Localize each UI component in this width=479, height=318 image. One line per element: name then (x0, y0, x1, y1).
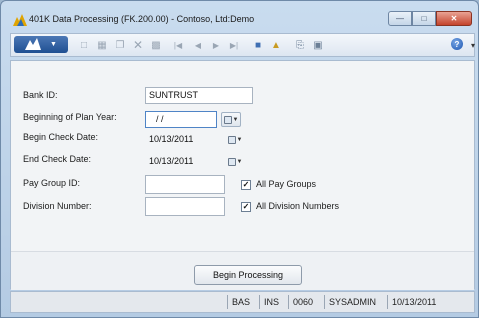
begin-processing-button[interactable]: Begin Processing (194, 265, 302, 285)
save-icon[interactable]: ▦ (95, 38, 109, 52)
window-controls: — □ ✕ (388, 11, 472, 27)
bank-id-field[interactable]: SUNTRUST (145, 87, 253, 104)
status-user: SYSADMIN (324, 295, 376, 309)
copy-icon[interactable]: ❐ (113, 38, 127, 52)
pay-group-id-field[interactable] (145, 175, 225, 194)
new-icon[interactable]: □ (77, 38, 91, 52)
plan-year-label: Beginning of Plan Year: (23, 112, 117, 122)
app-logo-icon (13, 14, 27, 26)
status-module: BAS (227, 295, 250, 309)
app-menu-button[interactable]: ▼ (14, 36, 68, 53)
end-check-date-field[interactable]: 10/13/2011 (145, 153, 225, 170)
chevron-down-icon: ▼ (50, 41, 57, 48)
maximize-icon: □ (421, 14, 427, 23)
division-number-label: Division Number: (23, 201, 92, 211)
app-menu-icon (25, 37, 47, 52)
chevron-down-icon: ▼ (236, 158, 243, 165)
last-icon[interactable]: ▶| (227, 38, 241, 52)
close-icon: ✕ (450, 14, 458, 23)
minimize-button[interactable]: — (388, 11, 412, 26)
title-bar[interactable]: 401K Data Processing (FK.200.00) - Conto… (5, 1, 474, 31)
window-title: 401K Data Processing (FK.200.00) - Conto… (29, 14, 255, 24)
end-check-date-calendar-button[interactable]: ▼ (225, 154, 245, 169)
status-insert-mode: INS (259, 295, 279, 309)
note-icon[interactable]: ▲ (269, 38, 283, 52)
application-window: 401K Data Processing (FK.200.00) - Conto… (0, 0, 479, 318)
status-company-code: 0060 (288, 295, 313, 309)
maximize-button[interactable]: □ (412, 11, 436, 26)
begin-check-date-calendar-button[interactable]: ▼ (225, 132, 245, 147)
bank-id-label: Bank ID: (23, 90, 58, 100)
end-check-date-label: End Check Date: (23, 154, 92, 164)
delete-icon[interactable]: ✕ (131, 38, 145, 52)
first-icon[interactable]: |◀ (171, 38, 185, 52)
minimize-icon: — (396, 14, 404, 23)
next-icon[interactable]: ▶ (209, 38, 223, 52)
all-pay-groups-label: All Pay Groups (256, 179, 317, 189)
help-icon[interactable]: ? (451, 38, 463, 50)
chevron-down-icon: ▼ (236, 136, 243, 143)
chevron-down-icon: ▼ (232, 116, 239, 123)
plan-year-calendar-button[interactable]: ▼ (221, 112, 241, 127)
insert-icon[interactable]: ▩ (149, 38, 163, 52)
all-pay-groups-checkbox[interactable]: ✓ (241, 180, 251, 190)
all-division-numbers-checkbox[interactable]: ✓ (241, 202, 251, 212)
preview-icon[interactable]: ▣ (311, 38, 325, 52)
toolbar: ▼ □ ▦ ❐ ✕ ▩ |◀ ◀ ▶ ▶| ■ ▲ ⎘ ▣ ? ▾ (10, 33, 475, 57)
form-panel: Bank ID: SUNTRUST Beginning of Plan Year… (10, 60, 475, 290)
status-date: 10/13/2011 (387, 295, 436, 309)
all-division-numbers-label: All Division Numbers (256, 201, 340, 211)
calendar-icon (227, 157, 236, 166)
begin-check-date-field[interactable]: 10/13/2011 (145, 131, 225, 148)
division-number-field[interactable] (145, 197, 225, 216)
status-bar: BAS INS 0060 SYSADMIN 10/13/2011 (10, 291, 475, 313)
toolbar-overflow-icon[interactable]: ▾ (466, 38, 479, 52)
plan-year-field[interactable]: / / (145, 111, 217, 128)
previous-icon[interactable]: ◀ (191, 38, 205, 52)
calendar-icon (223, 115, 232, 124)
calendar-icon (227, 135, 236, 144)
begin-check-date-label: Begin Check Date: (23, 132, 99, 142)
attach-icon[interactable]: ■ (251, 38, 265, 52)
pay-group-id-label: Pay Group ID: (23, 178, 81, 188)
close-button[interactable]: ✕ (436, 11, 472, 26)
print-icon[interactable]: ⎘ (293, 38, 307, 52)
